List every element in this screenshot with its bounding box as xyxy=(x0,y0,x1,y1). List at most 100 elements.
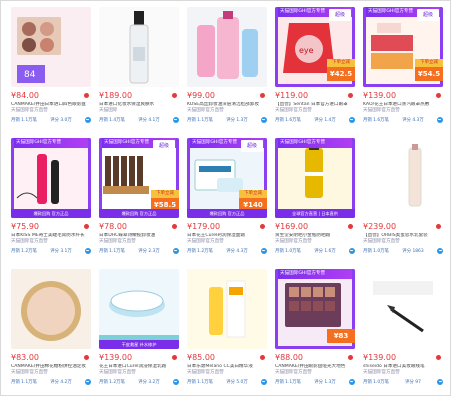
product-image[interactable] xyxy=(363,269,443,349)
product-card[interactable]: ¥83.00 CANMAKE/井田棉花糖粉饼控油定妆 天猫国际官方直营 月销 1.1万… xyxy=(11,269,91,393)
product-image[interactable]: 天猫国际GHI官方专营 爆款回购 官方正品 xyxy=(11,138,91,218)
product-image[interactable] xyxy=(99,7,179,87)
chat-icon[interactable] xyxy=(260,378,267,385)
product-image[interactable] xyxy=(187,7,267,87)
product-image[interactable]: 84 xyxy=(11,7,91,87)
product-card[interactable]: 天猫国际GHI官方专营 ¥83 ¥88.00 CANMAKE/井田眼影盘哑光大地色 天猫… xyxy=(275,269,355,393)
chat-icon[interactable] xyxy=(84,116,91,123)
tmall-dot-icon xyxy=(84,224,89,229)
chat-icon[interactable] xyxy=(260,116,267,123)
product-image[interactable]: 天猫国际GHI官方专营 全球官方直营 | 日本直供 xyxy=(275,138,355,218)
product-title-block[interactable]: KOSE高丝卸妆油深层清洁脸部卸妆 天猫国际官方直营 xyxy=(187,102,267,114)
product-title-block[interactable]: KAO/花王日本进口蒸汽眼罩热敷 天猫国际官方直营 xyxy=(363,102,443,114)
product-title[interactable]: 【直营】Sentan 日本官方进口眼罩 xyxy=(275,102,348,107)
product-card[interactable]: ¥189.00 日本进口化妆水保湿爽肤水 天猫国际 月销 1.4万笔 评分 4.1万 xyxy=(99,7,179,131)
product-image[interactable]: 干皮救星 补水修护 xyxy=(99,269,179,349)
price-row: ¥139.00 xyxy=(99,351,179,364)
shop-name[interactable]: 天猫国际官方直营 xyxy=(363,108,400,113)
product-image[interactable] xyxy=(363,138,443,218)
product-title-block[interactable]: 【直营】ORBIS奥蜜思水乳套装 天猫国际官方直营 xyxy=(363,233,443,245)
product-card[interactable]: ¥139.00 shiseido 日本进口美妆眼线笔 天猫国际官方直营 月销 1.0万… xyxy=(363,269,443,393)
product-title-block[interactable]: 资生堂安耐晒小金瓶防晒霜 天猫国际官方直营 xyxy=(275,233,355,245)
price-row: ¥239.00 xyxy=(363,220,443,233)
sales-count: 月销 1.2万笔 xyxy=(11,248,37,254)
product-card[interactable]: 天猫国际GHI官方专营 超级 下单立减 ¥54.5 ¥139.00 KAO/花王日本进口蒸… xyxy=(363,7,443,131)
chat-icon[interactable] xyxy=(84,378,91,385)
product-image[interactable]: 天猫国际GHI官方专营 ¥83 xyxy=(275,269,355,349)
product-meta: 月销 1.1万笔 评分 1.3万 xyxy=(187,115,267,124)
product-title[interactable]: 日本乐敦Melano CC美白精华液 xyxy=(187,364,253,369)
product-image[interactable]: eye 天猫国际GHI官方专营 超级 下单立减 ¥42.5 xyxy=(275,7,355,87)
product-title[interactable]: CANMAKE/井田日本进口四色眼影盘 xyxy=(11,102,86,107)
product-card[interactable]: ¥239.00 【直营】ORBIS奥蜜思水乳套装 天猫国际官方直营 月销 1.0万笔 评… xyxy=(363,138,443,262)
product-title-block[interactable]: CANMAKE/井田棉花糖粉饼控油定妆 天猫国际官方直营 xyxy=(11,364,91,376)
shop-name[interactable]: 天猫国际官方直营 xyxy=(363,370,400,375)
chat-icon[interactable] xyxy=(348,378,355,385)
chat-icon[interactable] xyxy=(436,116,443,123)
product-image[interactable]: 天猫国际GHI官方专营 超级 下单立减 ¥140 爆款回购 官方正品 xyxy=(187,138,267,218)
chat-icon[interactable] xyxy=(437,378,443,385)
product-title[interactable]: 日本进口化妆水保湿爽肤水 xyxy=(99,102,154,107)
product-title-block[interactable]: 日本乐敦Melano CC美白精华液 天猫国际官方直营 xyxy=(187,364,267,376)
chat-icon[interactable] xyxy=(348,247,355,254)
shop-name[interactable]: 天猫国际官方直营 xyxy=(363,239,400,244)
tmall-dot-icon xyxy=(348,224,353,229)
product-title[interactable]: CANMAKE/井田眼影盘哑光大地色 xyxy=(275,364,345,369)
shop-name[interactable]: 天猫国际 xyxy=(99,108,117,113)
product-title[interactable]: shiseido 日本进口美妆眼线笔 xyxy=(363,364,425,369)
product-title[interactable]: 花王日本进口Curel润浸保湿乳霜 xyxy=(99,364,166,369)
chat-icon[interactable] xyxy=(172,247,179,254)
shop-name[interactable]: 天猫国际官方直营 xyxy=(99,370,136,375)
product-title-block[interactable]: shiseido 日本进口美妆眼线笔 天猫国际官方直营 xyxy=(363,364,443,376)
product-image[interactable]: 天猫国际GHI官方专营 超级 下单立减 ¥58.5 爆款回购 官方正品 xyxy=(99,138,179,218)
product-title-block[interactable]: 日本DHC蝶翠诗橄榄卸妆油 天猫国际官方直营 xyxy=(99,233,179,245)
product-image[interactable] xyxy=(11,269,91,349)
chat-icon[interactable] xyxy=(84,247,91,254)
product-price: ¥239.00 xyxy=(363,222,397,231)
product-title[interactable]: 日本KISS ME奇士美睫毛膏防水纤长 xyxy=(11,233,85,238)
product-title-block[interactable]: 花王日本进口Curel润浸保湿乳霜 天猫国际官方直营 xyxy=(99,364,179,376)
product-card[interactable]: 天猫国际GHI官方专营 超级 下单立减 ¥58.5 爆款回购 官方正品 ¥78.00 日本D… xyxy=(99,138,179,262)
product-title[interactable]: 日本DHC蝶翠诗橄榄卸妆油 xyxy=(99,233,155,238)
shop-name[interactable]: 天猫国际官方直营 xyxy=(11,239,48,244)
product-card[interactable]: 天猫国际GHI官方专营 超级 下单立减 ¥140 爆款回购 官方正品 ¥179.00 日本花… xyxy=(187,138,267,262)
product-title-block[interactable]: 日本KISS ME奇士美睫毛膏防水纤长 天猫国际官方直营 xyxy=(11,233,91,245)
product-title-block[interactable]: 【直营】Sentan 日本官方进口眼罩 天猫国际官方直营 xyxy=(275,102,355,114)
product-image[interactable]: 天猫国际GHI官方专营 超级 下单立减 ¥54.5 xyxy=(363,7,443,87)
shop-name[interactable]: 天猫国际官方直营 xyxy=(275,370,312,375)
product-title[interactable]: 【直营】ORBIS奥蜜思水乳套装 xyxy=(363,233,428,238)
shop-name[interactable]: 天猫国际官方直营 xyxy=(275,239,312,244)
product-price: ¥75.90 xyxy=(11,222,39,231)
product-card[interactable]: 天猫国际GHI官方专营 全球官方直营 | 日本直供 ¥169.00 资生堂安耐晒小金瓶… xyxy=(275,138,355,262)
product-card[interactable]: eye 天猫国际GHI官方专营 超级 下单立减 ¥42.5 ¥119.00 【直营】Sent… xyxy=(275,7,355,131)
shop-name[interactable]: 天猫国际官方直营 xyxy=(275,108,312,113)
shop-name[interactable]: 天猫国际官方直营 xyxy=(187,239,224,244)
product-card[interactable]: ¥85.00 日本乐敦Melano CC美白精华液 天猫国际官方直营 月销 1.1万笔… xyxy=(187,269,267,393)
shop-name[interactable]: 天猫国际官方直营 xyxy=(187,108,224,113)
chat-icon[interactable] xyxy=(172,116,179,123)
product-card[interactable]: 天猫国际GHI官方专营 爆款回购 官方正品 ¥75.90 日本KISS ME奇士美睫毛… xyxy=(11,138,91,262)
product-title-block[interactable]: CANMAKE/井田日本进口四色眼影盘 天猫国际官方直营 xyxy=(11,102,91,114)
product-title[interactable]: 资生堂安耐晒小金瓶防晒霜 xyxy=(275,233,330,238)
product-card[interactable]: ¥99.00 KOSE高丝卸妆油深层清洁脸部卸妆 天猫国际官方直营 月销 1.1万笔 评… xyxy=(187,7,267,131)
product-title[interactable]: CANMAKE/井田棉花糖粉饼控油定妆 xyxy=(11,364,86,369)
product-meta: 月销 1.1万笔 评分 1.3万 xyxy=(275,377,355,386)
chat-icon[interactable] xyxy=(260,247,267,254)
product-card[interactable]: 干皮救星 补水修护 ¥139.00 花王日本进口Curel润浸保湿乳霜 天猫国际官方直… xyxy=(99,269,179,393)
chat-icon[interactable] xyxy=(172,378,179,385)
chat-icon[interactable] xyxy=(348,116,355,123)
sales-count: 月销 1.0万笔 xyxy=(363,248,389,254)
product-title-block[interactable]: 日本进口化妆水保湿爽肤水 天猫国际 xyxy=(99,102,179,114)
product-card[interactable]: 84 ¥84.00 CANMAKE/井田日本进口四色眼影盘 天猫国际官方直营 月销 1.… xyxy=(11,7,91,131)
product-title[interactable]: 日本花王Curel珂润保湿面霜 xyxy=(187,233,245,238)
shop-name[interactable]: 天猫国际官方直营 xyxy=(11,370,48,375)
product-title[interactable]: KAO/花王日本进口蒸汽眼罩热敷 xyxy=(363,102,429,107)
product-image[interactable] xyxy=(187,269,267,349)
product-title[interactable]: KOSE高丝卸妆油深层清洁脸部卸妆 xyxy=(187,102,259,107)
shop-name[interactable]: 天猫国际官方直营 xyxy=(11,108,48,113)
shop-name[interactable]: 天猫国际官方直营 xyxy=(99,239,136,244)
product-title-block[interactable]: 日本花王Curel珂润保湿面霜 天猫国际官方直营 xyxy=(187,233,267,245)
shop-name[interactable]: 天猫国际官方直营 xyxy=(187,370,224,375)
chat-icon[interactable] xyxy=(437,247,443,254)
product-title-block[interactable]: CANMAKE/井田眼影盘哑光大地色 天猫国际官方直营 xyxy=(275,364,355,376)
